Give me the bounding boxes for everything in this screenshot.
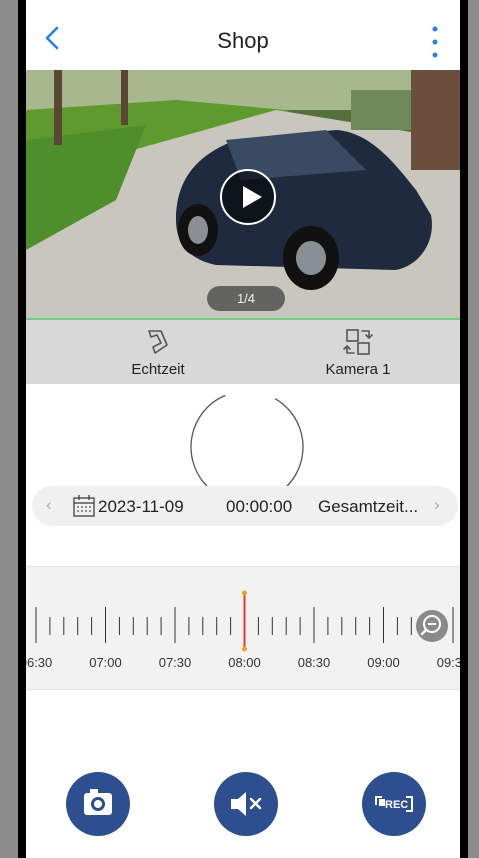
time-value[interactable]: 00:00:00 bbox=[226, 497, 292, 517]
next-day-button[interactable]: › bbox=[434, 495, 440, 515]
live-label: Echtzeit bbox=[131, 361, 185, 378]
record-icon: REC bbox=[375, 796, 413, 812]
more-vertical-icon bbox=[432, 26, 438, 58]
timeline-ruler: 06:30 07:00 07:30 08:00 08:30 09:00 09:30 bbox=[26, 590, 460, 670]
clip-pager: 1/4 bbox=[207, 286, 285, 311]
date-bar: ‹ 2023-11-09 00:00:00 Gesamtzeit... › bbox=[32, 486, 458, 526]
top-bar: Shop bbox=[26, 0, 460, 71]
timeline-label: 07:30 bbox=[159, 655, 192, 670]
page-title: Shop bbox=[217, 28, 269, 53]
switch-camera-icon bbox=[343, 329, 373, 355]
realtime-icon bbox=[148, 330, 168, 354]
live-button[interactable]: Echtzeit bbox=[98, 325, 218, 378]
control-bar: Echtzeit Kamera 1 bbox=[26, 320, 460, 384]
more-options-button[interactable] bbox=[430, 26, 440, 60]
timeline-label: 07:00 bbox=[89, 655, 122, 670]
camera-label: Kamera 1 bbox=[325, 361, 391, 378]
rec-label: REC bbox=[385, 799, 408, 811]
camera-switch-button[interactable]: Kamera 1 bbox=[298, 325, 418, 378]
video-preview[interactable]: 1/4 bbox=[26, 70, 460, 320]
speaker-muted-icon bbox=[231, 792, 262, 816]
snapshot-button[interactable] bbox=[66, 772, 130, 836]
mute-button[interactable] bbox=[214, 772, 278, 836]
zoom-out-icon bbox=[420, 615, 441, 636]
calendar-icon[interactable] bbox=[72, 494, 96, 518]
timeline-label: 08:00 bbox=[228, 655, 261, 670]
timeline-label: 08:30 bbox=[298, 655, 331, 670]
phone-screen: Shop 1/4 Echtzeit Kamera 1 ‹ 2023-11-09 … bbox=[18, 0, 468, 858]
timeline-label: 06:30 bbox=[26, 655, 52, 670]
timeline-cursor-cap bbox=[242, 646, 247, 652]
record-button[interactable]: REC bbox=[362, 772, 426, 836]
camera-icon bbox=[84, 789, 112, 815]
timeline-label: 09:00 bbox=[367, 655, 400, 670]
timeline-label: 09:30 bbox=[437, 655, 460, 670]
total-time-value: Gesamtzeit... bbox=[318, 497, 419, 516]
zoom-out-button[interactable] bbox=[416, 610, 448, 642]
play-button[interactable] bbox=[220, 169, 276, 225]
previous-day-button[interactable]: ‹ bbox=[46, 495, 52, 515]
date-value[interactable]: 2023-11-09 bbox=[98, 497, 184, 517]
timeline[interactable]: 06:30 07:00 07:30 08:00 08:30 09:00 09:30 bbox=[26, 566, 460, 690]
timeline-cursor-cap bbox=[242, 590, 247, 596]
